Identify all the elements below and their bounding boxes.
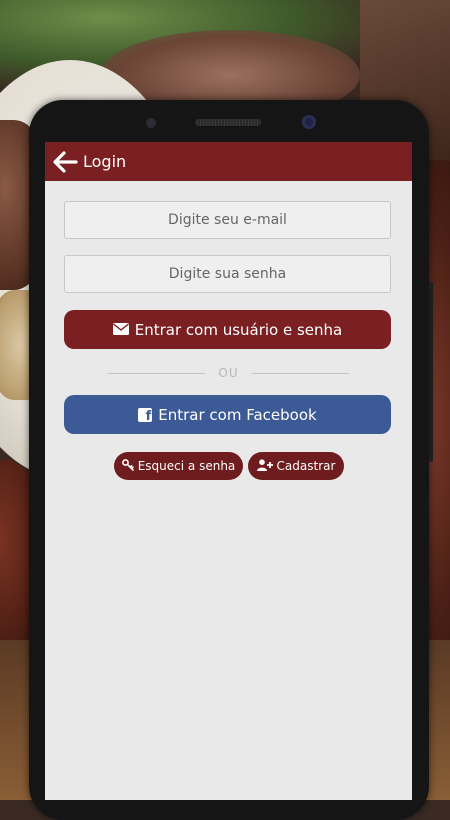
app-bar: Login: [45, 142, 412, 181]
forgot-password-label: Esqueci a senha: [137, 459, 236, 473]
facebook-icon: f: [138, 407, 153, 423]
front-camera: [302, 115, 316, 129]
facebook-login-button[interactable]: f Entrar com Facebook: [64, 395, 391, 434]
envelope-icon: [112, 321, 129, 339]
facebook-button-label: Entrar com Facebook: [158, 405, 317, 424]
email-field[interactable]: [64, 201, 391, 239]
login-button-label: Entrar com usuário e senha: [134, 320, 343, 339]
separator-text: OU: [218, 366, 239, 380]
app-screen: Login Entrar com usuário e senha OU f En…: [45, 142, 412, 800]
arrow-left-icon[interactable]: [51, 148, 79, 176]
forgot-password-button[interactable]: Esqueci a senha: [114, 452, 243, 480]
register-label: Cadastrar: [276, 459, 336, 473]
login-button[interactable]: Entrar com usuário e senha: [64, 310, 391, 349]
front-sensor: [146, 118, 156, 128]
separator-line-right: [251, 372, 350, 374]
phone-side-button: [429, 282, 433, 462]
page-title: Login: [83, 152, 127, 171]
or-separator: OU: [108, 363, 350, 383]
separator-line-left: [108, 372, 206, 374]
earpiece-speaker: [195, 119, 261, 126]
key-icon: [121, 458, 134, 474]
password-field[interactable]: [64, 255, 391, 293]
user-plus-icon: [256, 458, 273, 474]
register-button[interactable]: Cadastrar: [248, 452, 344, 480]
